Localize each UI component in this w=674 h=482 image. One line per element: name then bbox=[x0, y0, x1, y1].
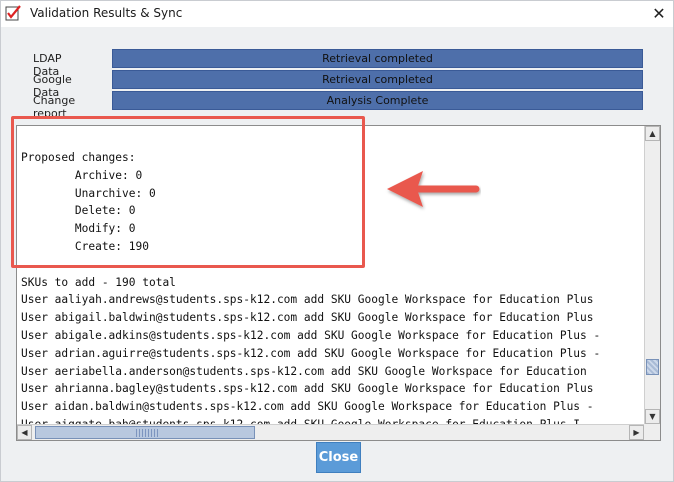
report-line: User aeriabella.anderson@students.sps-k1… bbox=[21, 364, 587, 378]
progress-bar-google: Retrieval completed bbox=[112, 70, 643, 89]
annotation-arrow-icon bbox=[387, 171, 480, 207]
report-line: User abigale.adkins@students.sps-k12.com… bbox=[21, 328, 601, 342]
scroll-down-icon[interactable]: ▼ bbox=[645, 409, 660, 424]
horizontal-scroll-thumb[interactable] bbox=[35, 426, 255, 439]
progress-bar-change-report: Analysis Complete bbox=[112, 91, 643, 110]
scroll-right-icon[interactable]: ▶ bbox=[629, 425, 644, 440]
scroll-left-icon[interactable]: ◀ bbox=[17, 425, 32, 440]
report-line: User abigail.baldwin@students.sps-k12.co… bbox=[21, 311, 594, 325]
vertical-scrollbar[interactable]: ▲ ▼ bbox=[644, 126, 660, 424]
horizontal-scrollbar[interactable]: ◀ ▶ bbox=[17, 424, 644, 440]
progress-bar-ldap: Retrieval completed bbox=[112, 49, 643, 68]
annotation-highlight-box bbox=[11, 116, 365, 268]
scroll-grip-icon bbox=[136, 429, 158, 437]
report-line: User adrian.aguirre@students.sps-k12.com… bbox=[21, 346, 601, 360]
window-close-icon[interactable]: ✕ bbox=[647, 3, 671, 25]
report-line: User ahrianna.bagley@students.sps-k12.co… bbox=[21, 382, 594, 396]
dialog-window: Validation Results & Sync ✕ LDAP Data Re… bbox=[0, 0, 674, 482]
scroll-corner bbox=[644, 424, 660, 440]
close-button[interactable]: Close bbox=[316, 442, 361, 473]
title-bar: Validation Results & Sync ✕ bbox=[1, 1, 673, 27]
report-line: SKUs to add - 190 total bbox=[21, 275, 176, 289]
report-line: User aiggate bah@students sps-k12 com ad… bbox=[21, 416, 644, 424]
checkmark-app-icon bbox=[5, 5, 21, 21]
scroll-up-icon[interactable]: ▲ bbox=[645, 126, 660, 141]
vertical-scroll-thumb[interactable] bbox=[646, 359, 659, 375]
window-title: Validation Results & Sync bbox=[30, 6, 183, 20]
report-line: User aaliyah.andrews@students.sps-k12.co… bbox=[21, 293, 594, 307]
report-line: User aidan.baldwin@students.sps-k12.com … bbox=[21, 400, 594, 414]
